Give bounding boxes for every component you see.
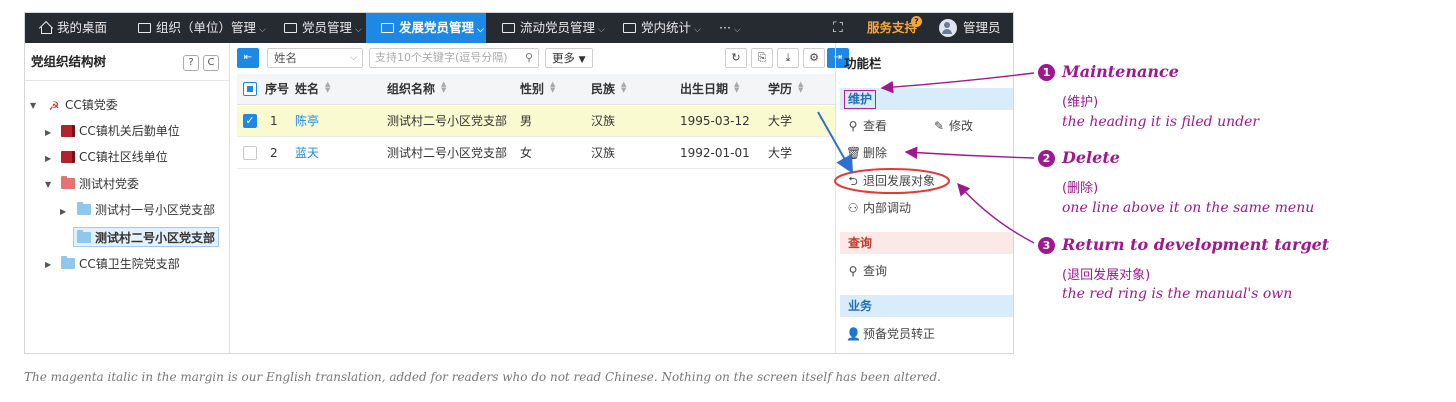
figure-caption: The magenta italic in the margin is our … (24, 370, 941, 384)
red-ring (834, 168, 950, 194)
blue-arrow (817, 111, 853, 174)
annotation-chinese: (删除) (1062, 181, 1099, 196)
annotation-title: Maintenance (1062, 62, 1179, 81)
annotation-arrow-3 (957, 182, 1035, 244)
annotation-chinese: (维护) (1062, 95, 1099, 110)
annotation-note: one line above it on the same menu (1062, 200, 1315, 216)
annotation-arrow-1 (880, 72, 1035, 94)
annotation-arrow-2 (904, 146, 1035, 159)
annotation-note: the heading it is filed under (1062, 114, 1260, 130)
annotation-number: 3 (1038, 237, 1055, 254)
annotation-title: Return to development target (1062, 235, 1330, 254)
annotation-number: 1 (1038, 64, 1055, 81)
annotation-title: Delete (1062, 148, 1120, 167)
figure: 我的桌面 组织（单位）管理 ⌵ 党员管理 ⌵ 发展党员管理 ⌵ 流动党员管理 ⌵ 党内统… (0, 0, 1456, 402)
annotation-note: the red ring is the manual's own (1062, 286, 1293, 302)
annotation-number: 2 (1038, 150, 1055, 167)
annotation-chinese: (退回发展对象) (1062, 268, 1151, 283)
